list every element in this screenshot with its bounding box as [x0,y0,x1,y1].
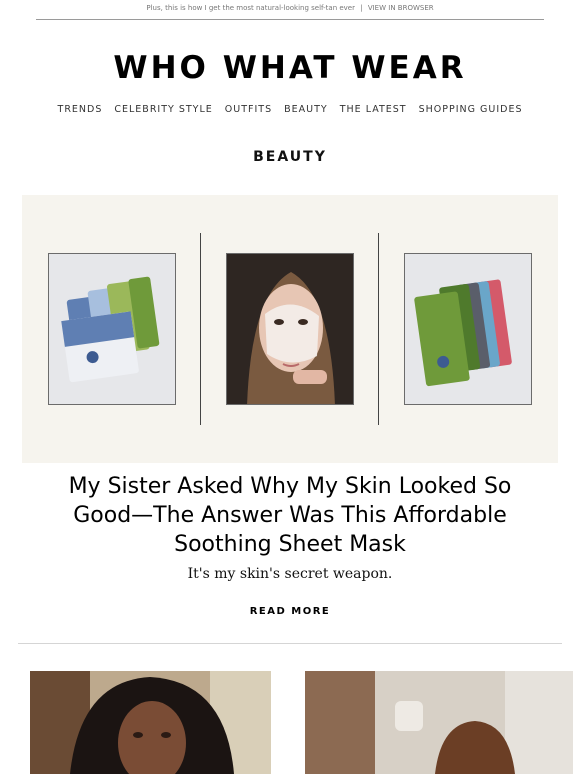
content-divider [18,643,562,644]
preheader: Plus, this is how I get the most natural… [0,4,580,12]
read-more-link[interactable]: READ MORE [0,606,580,617]
nav-item-the-latest[interactable]: THE LATEST [340,104,407,115]
brand-logo[interactable]: WHO WHAT WEAR [0,50,580,86]
header-divider [36,19,544,20]
article-subhead: It's my skin's secret weapon. [187,566,393,582]
preheader-text: Plus, this is how I get the most natural… [146,4,355,12]
hero-divider-left [200,233,201,425]
hero-divider-right [378,233,379,425]
main-nav: TRENDS CELEBRITY STYLE OUTFITS BEAUTY TH… [0,104,580,115]
woman-wearing-mask-photo [226,253,354,405]
hero-image[interactable] [22,195,558,463]
view-in-browser-link[interactable]: VIEW IN BROWSER [368,4,434,12]
nav-item-outfits[interactable]: OUTFITS [225,104,272,115]
sheet-mask-blue-photo [48,253,176,405]
preheader-separator: | [360,4,363,12]
article-headline[interactable]: My Sister Asked Why My Skin Looked So Go… [60,472,520,559]
article-thumbnail-woman-dark-hair[interactable] [30,671,271,774]
section-title: BEAUTY [253,149,327,165]
nav-item-trends[interactable]: TRENDS [58,104,103,115]
nav-item-shopping-guides[interactable]: SHOPPING GUIDES [419,104,523,115]
nav-item-beauty[interactable]: BEAUTY [284,104,328,115]
article-thumbnail-woman-hair-bun[interactable] [305,671,573,774]
nav-item-celebrity-style[interactable]: CELEBRITY STYLE [114,104,212,115]
sheet-mask-green-photo [404,253,532,405]
